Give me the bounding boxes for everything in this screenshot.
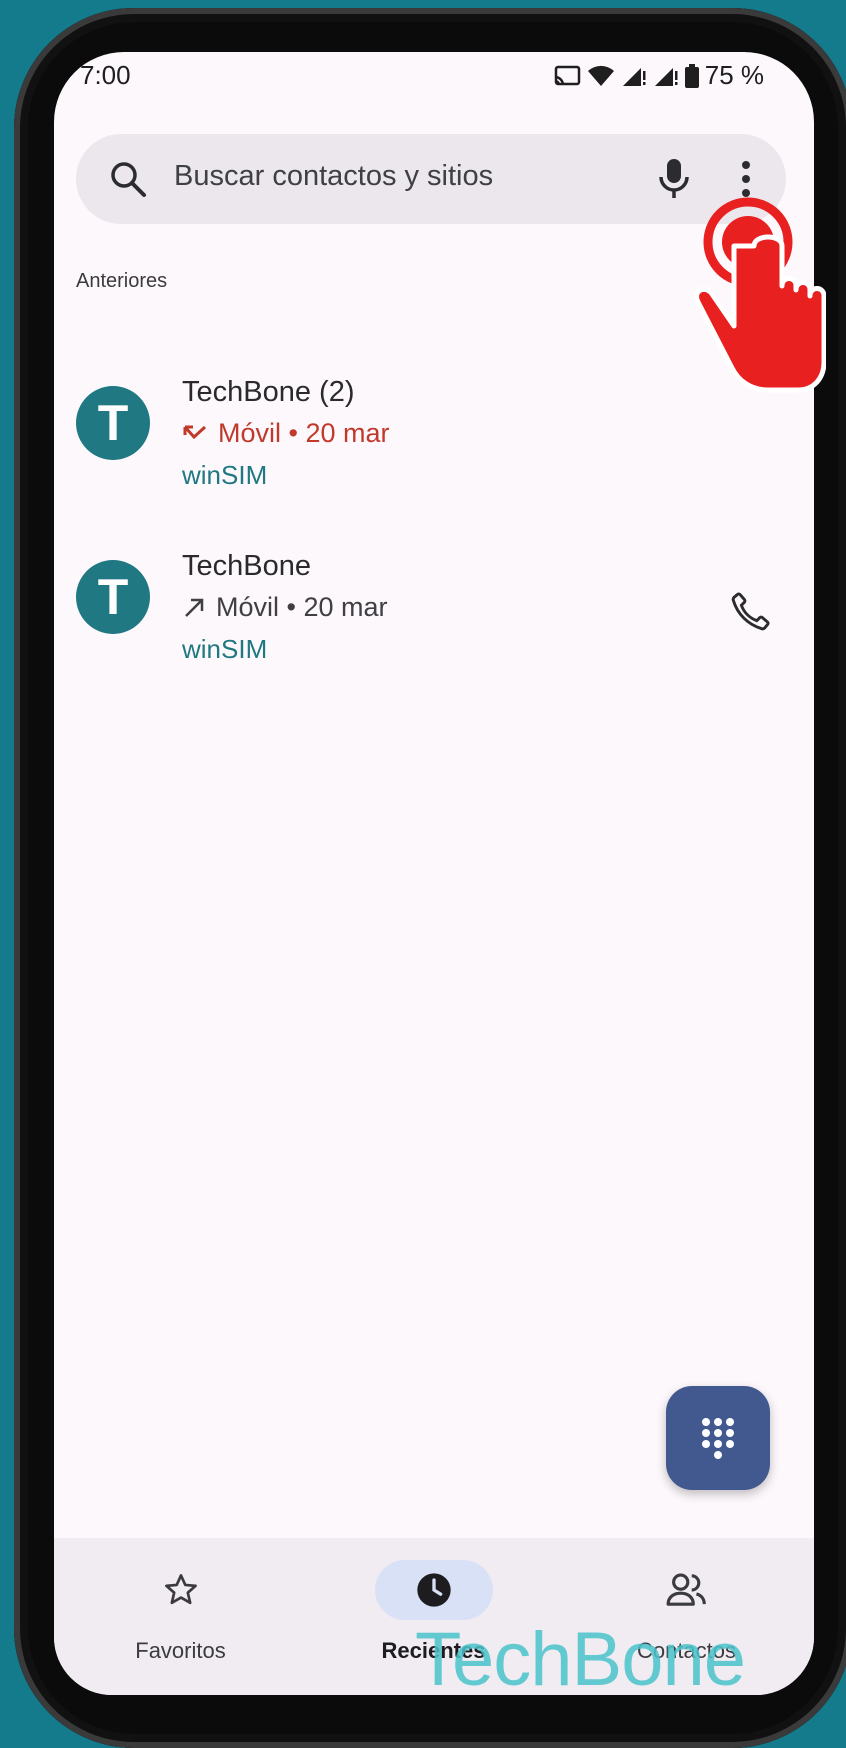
call-log-item[interactable]: T TechBone Móvil • 20 mar winSIM <box>54 526 814 676</box>
signal-icon <box>622 67 646 86</box>
search-bar[interactable]: Buscar contactos y sitios <box>76 134 786 224</box>
nav-favorites[interactable]: Favoritos <box>54 1538 307 1695</box>
outgoing-call-icon <box>185 598 204 617</box>
dialpad-button[interactable] <box>666 1386 770 1490</box>
phone-call-icon[interactable] <box>728 590 772 634</box>
missed-call-icon <box>183 425 207 439</box>
mic-icon[interactable] <box>654 155 694 203</box>
battery-percent: 75 % <box>704 60 764 90</box>
status-icons: 75 % <box>553 60 764 91</box>
watermark: TechBone <box>415 1617 746 1702</box>
call-sim: winSIM <box>182 460 268 490</box>
section-header: Anteriores <box>76 270 168 292</box>
avatar: T <box>76 386 150 460</box>
status-bar: 7:00 75 % <box>54 52 814 108</box>
star-icon <box>164 1574 197 1605</box>
call-detail: Móvil • 20 mar <box>182 418 390 449</box>
call-detail-text: Móvil • 20 mar <box>218 418 390 448</box>
search-icon <box>111 162 146 197</box>
tap-hand-icon <box>694 197 826 393</box>
call-name: TechBone <box>182 550 311 582</box>
call-detail: Móvil • 20 mar <box>182 592 388 623</box>
status-time: 7:00 <box>80 60 131 90</box>
search-input[interactable]: Buscar contactos y sitios <box>174 160 493 193</box>
battery-icon <box>684 63 699 88</box>
clock-icon <box>416 1573 451 1607</box>
call-sim: winSIM <box>182 634 268 664</box>
avatar: T <box>76 560 150 634</box>
contacts-icon <box>666 1573 706 1606</box>
nav-label: Favoritos <box>135 1638 226 1663</box>
call-name: TechBone (2) <box>182 376 355 408</box>
wifi-icon <box>587 65 614 86</box>
dialpad-icon <box>702 1418 734 1459</box>
call-detail-text: Móvil • 20 mar <box>216 592 388 622</box>
more-options-icon[interactable] <box>736 157 756 201</box>
signal-roaming-icon <box>654 67 678 86</box>
cast-icon <box>554 65 580 85</box>
